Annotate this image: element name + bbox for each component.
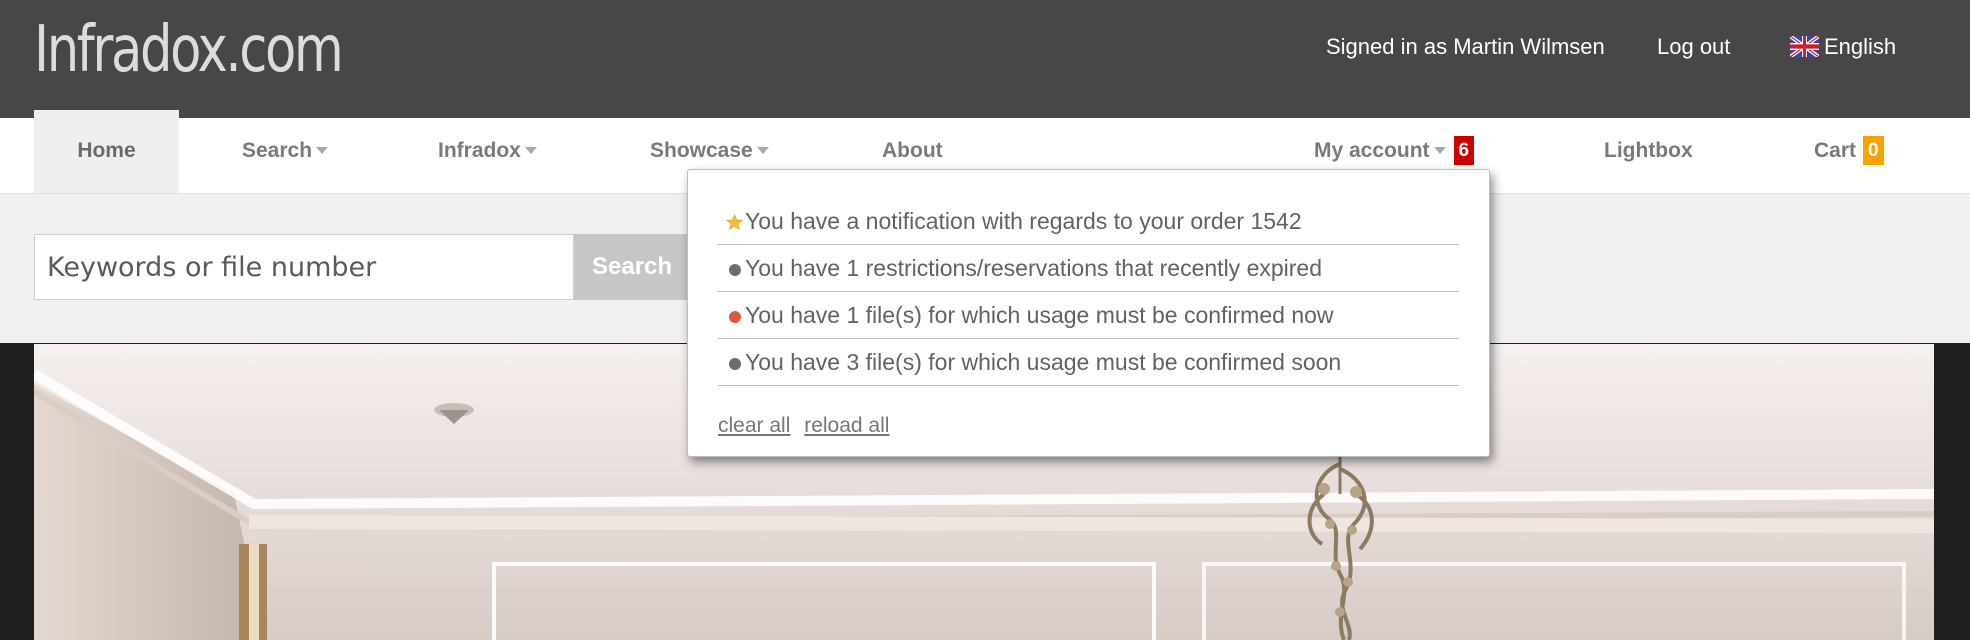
search-input[interactable] xyxy=(34,234,574,300)
gray-dot-icon xyxy=(729,358,741,370)
top-header: Infradox.com Signed in as Martin Wilmsen… xyxy=(0,0,1970,118)
star-icon xyxy=(726,214,743,231)
notification-item[interactable]: You have 1 file(s) for which usage must … xyxy=(718,292,1459,339)
notification-list: You have a notification with regards to … xyxy=(718,198,1459,386)
red-dot-icon xyxy=(729,311,741,323)
reload-all-link[interactable]: reload all xyxy=(804,414,889,437)
nav-lightbox-label: Lightbox xyxy=(1604,139,1693,162)
language-selector[interactable]: English xyxy=(1790,32,1896,62)
notification-item[interactable]: You have a notification with regards to … xyxy=(718,198,1459,245)
search-button[interactable]: Search xyxy=(574,234,689,300)
nav-home-label: Home xyxy=(77,139,136,162)
nav-cart[interactable]: Cart 0 xyxy=(1814,118,1884,193)
notification-actions: clear all reload all xyxy=(718,414,897,438)
caret-down-icon xyxy=(524,147,537,154)
caret-down-icon xyxy=(1433,147,1446,154)
notification-item[interactable]: You have 1 restrictions/reservations tha… xyxy=(718,245,1459,292)
uk-flag-icon xyxy=(1790,36,1819,57)
notification-text: You have 3 file(s) for which usage must … xyxy=(745,349,1342,375)
clear-all-link[interactable]: clear all xyxy=(718,414,790,437)
nav-search[interactable]: Search xyxy=(242,118,329,193)
site-logo[interactable]: Infradox.com xyxy=(34,10,344,90)
nav-infradox[interactable]: Infradox xyxy=(438,118,537,193)
nav-lightbox[interactable]: Lightbox xyxy=(1604,118,1693,193)
language-label: English xyxy=(1824,34,1897,59)
caret-down-icon xyxy=(756,147,769,154)
nav-my-account-label: My account xyxy=(1314,139,1430,162)
notifications-dropdown: You have a notification with regards to … xyxy=(687,169,1490,457)
nav-showcase-label: Showcase xyxy=(650,139,753,162)
nav-about-label: About xyxy=(882,139,943,162)
caret-down-icon xyxy=(316,147,329,154)
nav-cart-label: Cart xyxy=(1814,139,1857,162)
gray-dot-icon xyxy=(729,264,741,276)
notification-text: You have 1 restrictions/reservations tha… xyxy=(745,255,1323,281)
cart-count-badge: 0 xyxy=(1863,136,1884,165)
nav-home[interactable]: Home xyxy=(34,110,179,193)
notification-text: You have 1 file(s) for which usage must … xyxy=(745,302,1334,328)
logout-link[interactable]: Log out xyxy=(1657,32,1730,62)
nav-infradox-label: Infradox xyxy=(438,139,521,162)
nav-search-label: Search xyxy=(242,139,313,162)
notification-text: You have a notification with regards to … xyxy=(745,208,1302,234)
signed-in-label: Signed in as Martin Wilmsen xyxy=(1326,34,1605,59)
notification-item[interactable]: You have 3 file(s) for which usage must … xyxy=(718,339,1459,386)
notification-count-badge: 6 xyxy=(1453,136,1475,165)
